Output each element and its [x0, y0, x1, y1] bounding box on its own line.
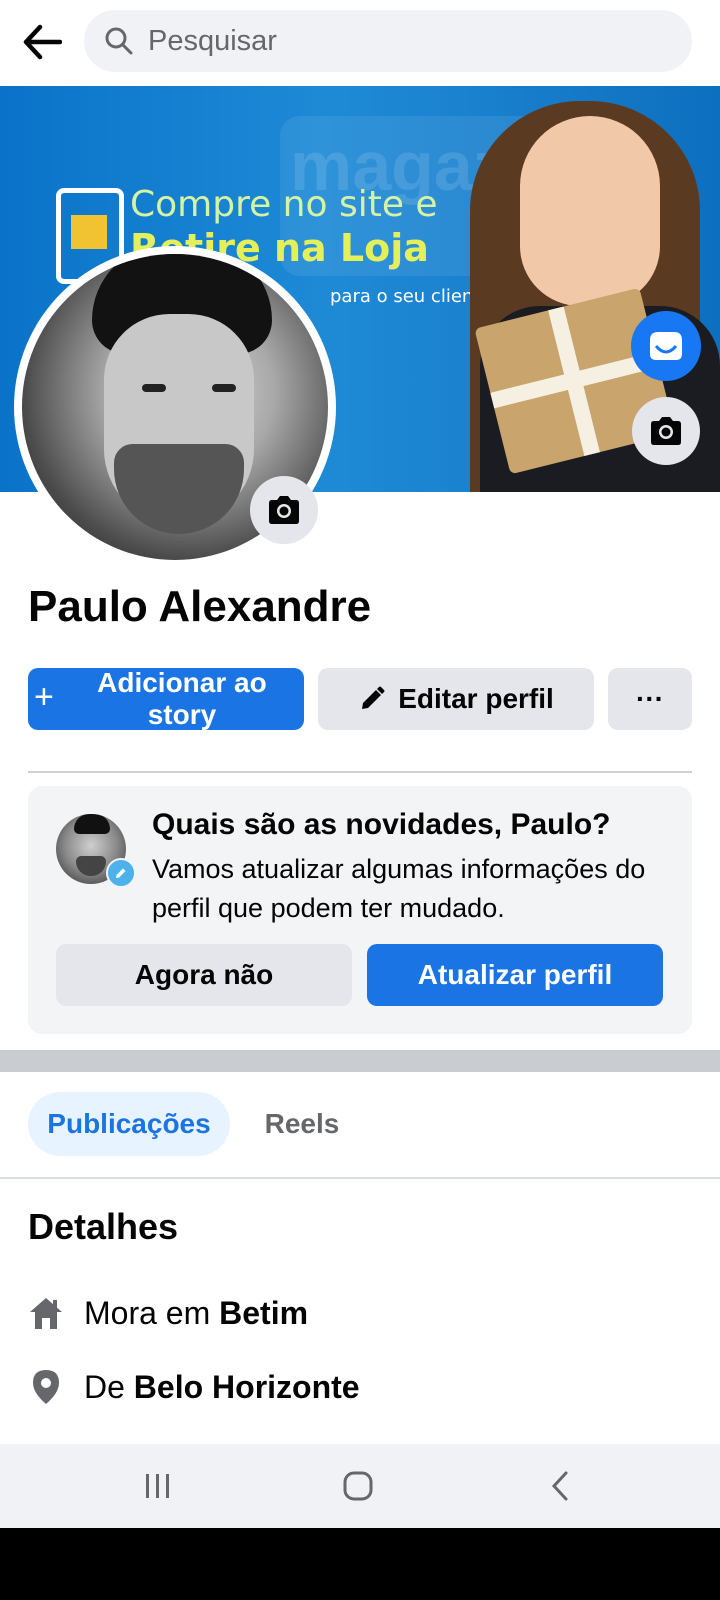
cover-camera-button[interactable]	[632, 397, 700, 465]
detail-lives-in: Mora em Betim	[28, 1293, 308, 1333]
pencil-icon	[362, 686, 385, 709]
section-separator	[0, 1050, 720, 1072]
detail-lives-value: Betim	[219, 1294, 309, 1331]
more-options-button[interactable]: ···	[608, 668, 692, 730]
search-icon	[105, 27, 133, 55]
update-profile-label: Atualizar perfil	[417, 959, 613, 990]
update-profile-button[interactable]: Atualizar perfil	[367, 944, 663, 1006]
detail-lives-prefix: Mora em	[84, 1294, 220, 1331]
details-heading: Detalhes	[28, 1206, 179, 1247]
home-nav-icon[interactable]	[328, 1462, 388, 1510]
location-pin-icon	[28, 1369, 64, 1405]
detail-from-prefix: De	[84, 1368, 134, 1405]
search-input[interactable]	[146, 23, 670, 59]
tab-reels[interactable]: Reels	[252, 1092, 352, 1156]
add-to-story-label: Adicionar ao story	[97, 667, 267, 730]
camera-icon	[269, 496, 299, 524]
detail-from-value: Belo Horizonte	[133, 1368, 360, 1405]
avatar-camera-button[interactable]	[250, 476, 318, 544]
divider	[0, 1177, 720, 1179]
cover-text-line1: Compre no site e	[130, 184, 438, 225]
back-arrow-icon[interactable]	[18, 20, 66, 64]
pencil-badge-icon	[106, 858, 136, 888]
cover-person-face	[520, 116, 660, 306]
recent-apps-icon[interactable]	[128, 1462, 188, 1510]
add-to-story-button[interactable]: + Adicionar ao story	[28, 667, 304, 730]
divider	[28, 771, 692, 773]
messenger-avatar-button[interactable]	[631, 311, 701, 381]
camera-icon	[651, 417, 681, 445]
messenger-avatar-icon	[650, 332, 682, 360]
home-icon	[28, 1295, 64, 1331]
not-now-label: Agora não	[134, 959, 274, 990]
plus-icon: +	[34, 677, 54, 716]
edit-profile-label: Editar perfil	[398, 683, 554, 714]
back-nav-icon[interactable]	[530, 1462, 590, 1510]
card-title: Quais são as novidades, Paulo?	[152, 808, 611, 841]
edit-profile-button[interactable]: Editar perfil	[318, 668, 594, 730]
bottom-edge	[0, 1528, 720, 1600]
more-icon: ···	[636, 683, 664, 714]
card-description: Vamos atualizar algumas informações do p…	[152, 854, 646, 923]
detail-from: De Belo Horizonte	[28, 1367, 360, 1407]
profile-name: Paulo Alexandre	[28, 582, 372, 631]
search-bar[interactable]	[84, 10, 692, 72]
not-now-button[interactable]: Agora não	[56, 944, 352, 1006]
tab-publicacoes[interactable]: Publicações	[28, 1092, 230, 1156]
